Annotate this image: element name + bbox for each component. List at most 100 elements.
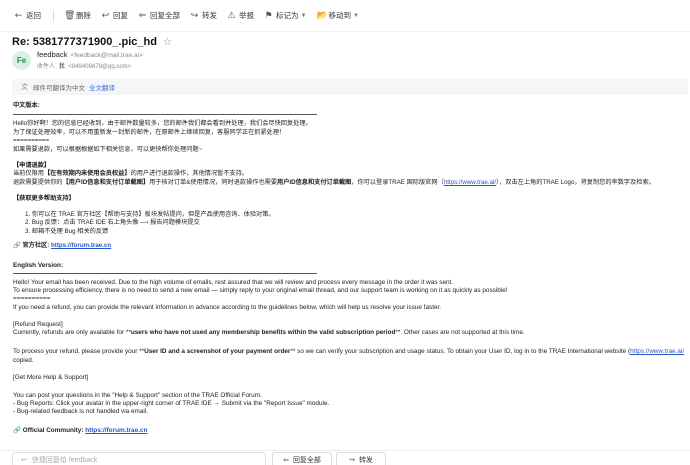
sender-address: <feedback@mail.trae.ai> (70, 52, 143, 59)
reply-icon: ↩ (101, 10, 110, 21)
cn-help-item-3: 3. 邮箱不处理 Bug 相关的反馈 (25, 228, 109, 235)
cn-line-3: 如果需要退款，可以根据根据如下相关信息，可以更快帮你处理问题~ (13, 146, 203, 153)
trae-website-link[interactable]: https://www.trae.ai/ (444, 179, 496, 186)
cn-refund-line-1: 当前仅限用【在有效期内未使用会员权益】的用户进行退款操作，其他情况暂不支持。 (13, 170, 248, 178)
text: 的用户进行退款操作，其他情况暂不支持。 (130, 170, 249, 177)
reply-all-icon: ⇐ (283, 455, 289, 464)
text: 用于核对订单&使用情况，同时退款操作也需要 (149, 179, 278, 186)
text-bold: User ID and a screenshot of your payment… (144, 348, 291, 355)
reply-all-button[interactable]: ⇐ 回复全部 (272, 452, 332, 465)
forum-link[interactable]: https://forum.trae.cn (85, 427, 147, 434)
translate-link[interactable]: 全文翻译 (89, 82, 115, 92)
en-line-2: To ensure processing efficiency, there i… (13, 287, 508, 294)
email-toolbar: ← 返回 🗑 删除 ↩ 回复 ⇐ 回复全部 ↪ 转发 ⚠ 举报 ⚑ 标记为 ▼ 📂 移动到 ▼ (0, 0, 690, 32)
text: 当前仅限用 (13, 170, 44, 177)
text: 退款需要提供你的 (13, 179, 63, 186)
text: To process your refund, please provide y… (13, 348, 145, 355)
en-line-3: If you need a refund, you can provide th… (13, 304, 442, 311)
text-bold: 【在有效期内未使用会员权益】 (43, 170, 131, 177)
separator: ========== (13, 295, 51, 302)
reply-all-label: 回复全部 (292, 456, 321, 464)
separator: ========== (13, 137, 50, 144)
arrow-left-icon: ← (14, 10, 23, 21)
cn-section-title: 中文版本: (13, 102, 40, 109)
forward-button[interactable]: ↪ 转发 (186, 7, 221, 24)
delete-button[interactable]: 🗑 删除 (60, 7, 95, 24)
en-help-line-3: - Bug-related feedback is not handled vi… (13, 408, 148, 415)
cn-help-title: 【获取更多帮助支持】 (13, 195, 75, 202)
recipient-address: <849409478@qq.com> (68, 64, 132, 70)
trash-icon: 🗑 (64, 10, 76, 21)
reply-button[interactable]: ↩ 回复 (97, 7, 132, 24)
report-button[interactable]: ⚠ 举报 (223, 7, 258, 24)
forum-link[interactable]: https://forum.trae.cn (51, 242, 111, 249)
text: Currently, refunds are only available fo… (13, 329, 131, 336)
cn-line-2: 为了保证处理效率，可以不用重新发一封新的邮件，在原邮件上继续回复，客服同学正在抓… (13, 129, 286, 136)
cn-refund-line-2: 退款需要提供你的【用户ID信息和支付订单截图】用于核对订单&使用情况，同时退款操… (13, 179, 655, 187)
en-forum-line: 🔗 Official Community: https://forum.trae… (13, 426, 147, 435)
move-to-dropdown[interactable]: 📂 移动到 ▼ (312, 7, 362, 24)
recipient-name[interactable]: 我 (59, 64, 65, 70)
subject-text: Re: 5381777371900_.pic_hd (12, 36, 157, 48)
chevron-down-icon: ▼ (300, 12, 307, 19)
link-icon: 🔗 (13, 242, 21, 249)
en-help-line-1: You can post your questions in the "Help… (13, 392, 262, 399)
cn-help-item-1: 1. 你可以在 TRAE 官方社区【帮助与支持】板块发帖提问，但是产品使用咨询、… (25, 211, 275, 218)
chevron-down-icon: ▼ (352, 12, 359, 19)
cn-line-1: Hello你好啊！您的信息已经收到，由于邮件数量较多，您的邮件我们都会看到并处理… (13, 120, 312, 127)
translate-text: 邮件可翻译为中文 (33, 85, 85, 92)
star-icon[interactable]: ☆ (163, 37, 172, 48)
forward-label: 转发 (202, 11, 217, 20)
translate-icon: 文 (21, 83, 28, 91)
forward-label: 转发 (358, 456, 373, 464)
email-subject: Re: 5381777371900_.pic_hd ☆ (12, 36, 172, 48)
link-icon: 🔗 (13, 426, 21, 434)
mark-label: 标记为 (276, 11, 299, 20)
text-bold: 【用户ID信息和支付订单截图】 (62, 179, 150, 186)
sender-name[interactable]: feedback (37, 50, 67, 59)
sender-avatar[interactable]: Fe (12, 51, 31, 70)
back-button[interactable]: ← 返回 (10, 7, 45, 24)
divider (13, 114, 317, 115)
text: ，你可以登录TRAE 国际版官网（ (351, 179, 444, 186)
move-label: 移动到 (328, 11, 351, 20)
mark-as-dropdown[interactable]: ⚑ 标记为 ▼ (260, 7, 310, 24)
delete-label: 删除 (76, 11, 91, 20)
forward-icon: ↪ (349, 455, 355, 464)
forum-label: 官方社区: (22, 242, 50, 249)
text: ），双击左上角的TRAE Logo，将复制您的率数字及检索。 (496, 179, 655, 186)
reply-all-icon: ⇐ (138, 10, 147, 21)
cn-refund-title: 【申请退款】 (13, 162, 51, 169)
en-line-1: Hello! Your email has been received. Due… (13, 279, 454, 286)
quick-reply-input[interactable]: ↩ 快捷回复给 feedback (12, 452, 266, 465)
warning-icon: ⚠ (227, 10, 236, 21)
cn-help-item-2: 2. Bug 反馈：点击 TRAE IDE 右上角头像 —› 报告问题模块提交 (25, 219, 200, 226)
recipient-line: 收件人 我 <849409478@qq.com> (37, 61, 131, 70)
back-label: 返回 (26, 11, 41, 20)
en-help-line-2: - Bug Reports: Click your avatar in the … (13, 400, 330, 407)
divider (13, 273, 317, 274)
text-bold: 用户ID信息和支付订单截图 (277, 179, 352, 186)
reply-all-label: 回复全部 (150, 11, 180, 20)
en-help-title: [Get More Help & Support] (13, 374, 89, 381)
text: **. Other cases are not supported at thi… (395, 329, 525, 336)
text: ** so we can verify your subscription an… (290, 348, 631, 355)
reply-all-button[interactable]: ⇐ 回复全部 (134, 7, 184, 24)
text-bold: users who have not used any membership b… (130, 329, 396, 336)
reply-label: 回复 (113, 11, 128, 20)
folder-move-icon: 📂 (316, 10, 328, 21)
toolbar-divider (53, 9, 54, 22)
recipient-label: 收件人 (37, 64, 56, 70)
reply-icon: ↩ (21, 455, 27, 464)
forward-icon: ↪ (190, 10, 199, 21)
forward-button[interactable]: ↪ 转发 (336, 452, 386, 465)
trae-website-link[interactable]: https://www.trae.ai/ (630, 348, 684, 355)
forum-label: Official Community: (22, 427, 84, 434)
en-section-title: English Version: (13, 262, 64, 269)
en-refund-title: [Refund Request] (13, 321, 63, 328)
quick-reply-placeholder: 快捷回复给 feedback (31, 456, 98, 464)
report-label: 举报 (239, 11, 254, 20)
translate-banner: 文 邮件可翻译为中文 全文翻译 (12, 79, 688, 95)
en-refund-line-3: copied. (13, 357, 34, 364)
tag-icon: ⚑ (264, 10, 273, 21)
